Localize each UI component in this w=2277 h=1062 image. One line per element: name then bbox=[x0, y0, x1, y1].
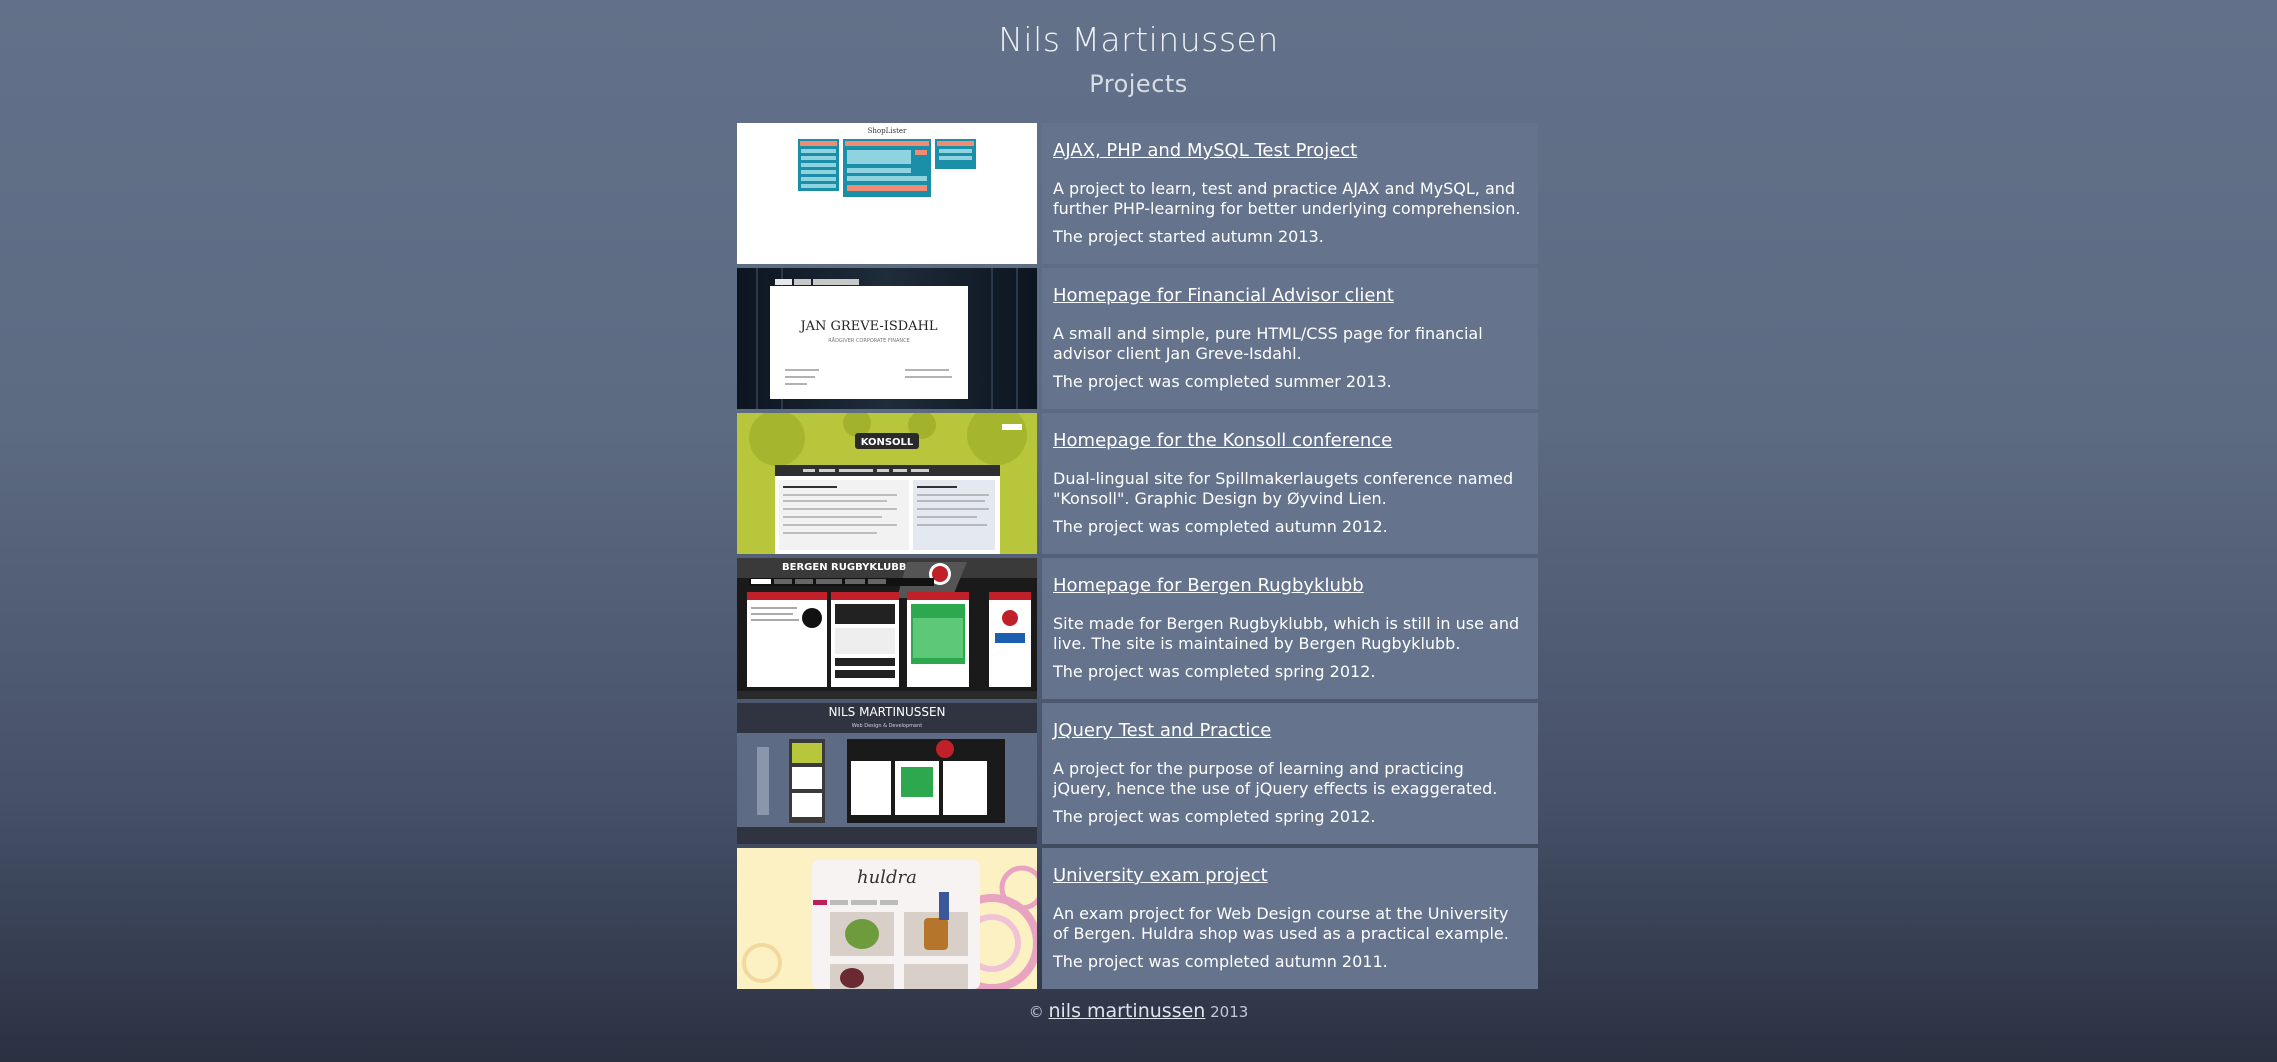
project-title-link[interactable]: Homepage for Financial Advisor client bbox=[1053, 285, 1394, 306]
footer-year: 2013 bbox=[1210, 1003, 1249, 1021]
project-description: Site made for Bergen Rugbyklubb, which i… bbox=[1053, 614, 1520, 653]
project-thumbnail-financial[interactable]: JAN GREVE-ISDAHL RÅDGIVER CORPORATE FINA… bbox=[737, 268, 1037, 409]
thumb-subheading: RÅDGIVER CORPORATE FINANCE bbox=[828, 337, 910, 344]
thumb-heading: KONSOLL bbox=[861, 437, 914, 448]
project-item: JAN GREVE-ISDAHL RÅDGIVER CORPORATE FINA… bbox=[737, 268, 1538, 409]
project-title-link[interactable]: University exam project bbox=[1053, 865, 1268, 886]
author-link[interactable]: nils martinussen bbox=[1048, 1000, 1205, 1022]
huldra-screenshot-thumbnail: huldra bbox=[737, 848, 1037, 989]
project-description: Dual-lingual site for Spillmakerlaugets … bbox=[1053, 469, 1514, 508]
project-date: The project was completed autumn 2011. bbox=[1053, 952, 1388, 971]
project-thumbnail-konsoll[interactable]: KONSOLL bbox=[737, 413, 1037, 554]
project-info: Homepage for the Konsoll conference Dual… bbox=[1042, 413, 1538, 554]
footer: © nils martinussen 2013 bbox=[0, 1000, 2277, 1022]
financial-screenshot-thumbnail: JAN GREVE-ISDAHL RÅDGIVER CORPORATE FINA… bbox=[737, 268, 1037, 409]
thumb-heading: huldra bbox=[857, 867, 917, 888]
project-description: An exam project for Web Design course at… bbox=[1053, 904, 1509, 943]
project-date: The project was completed autumn 2012. bbox=[1053, 517, 1388, 536]
project-info: Homepage for Financial Advisor client A … bbox=[1042, 268, 1538, 409]
project-title-link[interactable]: Homepage for Bergen Rugbyklubb bbox=[1053, 575, 1364, 596]
project-date: The project was completed spring 2012. bbox=[1053, 662, 1376, 681]
site-title: Nils Martinussen bbox=[998, 20, 1279, 59]
project-info: Homepage for Bergen Rugbyklubb Site made… bbox=[1042, 558, 1538, 699]
project-thumbnail-jquery[interactable]: NILS MARTINUSSEN Web Design & Developmen… bbox=[737, 703, 1037, 844]
thumb-subheading: Web Design & Development bbox=[852, 723, 923, 729]
project-title-link[interactable]: JQuery Test and Practice bbox=[1053, 720, 1271, 741]
ajax-screenshot-thumbnail: ShopLister bbox=[737, 123, 1037, 264]
project-description: A project for the purpose of learning an… bbox=[1053, 759, 1498, 798]
project-date: The project was completed spring 2012. bbox=[1053, 807, 1376, 826]
project-date: The project started autumn 2013. bbox=[1053, 227, 1324, 246]
copyright-symbol: © bbox=[1028, 1003, 1044, 1021]
project-title-link[interactable]: Homepage for the Konsoll conference bbox=[1053, 430, 1392, 451]
project-item: KONSOLL Homepage for the Konsoll confere… bbox=[737, 413, 1538, 554]
project-title-link[interactable]: AJAX, PHP and MySQL Test Project bbox=[1053, 140, 1357, 161]
project-date: The project was completed summer 2013. bbox=[1053, 372, 1392, 391]
thumb-heading: BERGEN RUGBYKLUBB bbox=[782, 562, 907, 573]
project-item: BERGEN RUGBYKLUBB Homepage for Bergen Ru… bbox=[737, 558, 1538, 699]
page-subtitle: Projects bbox=[1089, 70, 1188, 98]
project-info: AJAX, PHP and MySQL Test Project A proje… bbox=[1042, 123, 1538, 264]
project-info: JQuery Test and Practice A project for t… bbox=[1042, 703, 1538, 844]
project-description: A small and simple, pure HTML/CSS page f… bbox=[1053, 324, 1483, 363]
project-item: NILS MARTINUSSEN Web Design & Developmen… bbox=[737, 703, 1538, 844]
project-item: ShopLister AJAX, PHP and MySQL Test Proj… bbox=[737, 123, 1538, 264]
project-thumbnail-huldra[interactable]: huldra bbox=[737, 848, 1037, 989]
project-thumbnail-rugbyklubb[interactable]: BERGEN RUGBYKLUBB bbox=[737, 558, 1037, 699]
jquery-screenshot-thumbnail: NILS MARTINUSSEN Web Design & Developmen… bbox=[737, 703, 1037, 844]
projects-list: ShopLister AJAX, PHP and MySQL Test Proj… bbox=[737, 123, 1538, 993]
project-info: University exam project An exam project … bbox=[1042, 848, 1538, 989]
thumb-heading: NILS MARTINUSSEN bbox=[828, 705, 945, 719]
project-description: A project to learn, test and practice AJ… bbox=[1053, 179, 1521, 218]
konsoll-screenshot-thumbnail: KONSOLL bbox=[737, 413, 1037, 554]
project-item: huldra University exam project An exam p… bbox=[737, 848, 1538, 989]
rugbyklubb-screenshot-thumbnail: BERGEN RUGBYKLUBB bbox=[737, 558, 1037, 699]
thumb-heading: ShopLister bbox=[868, 127, 907, 135]
thumb-heading: JAN GREVE-ISDAHL bbox=[798, 319, 937, 334]
project-thumbnail-ajax[interactable]: ShopLister bbox=[737, 123, 1037, 264]
